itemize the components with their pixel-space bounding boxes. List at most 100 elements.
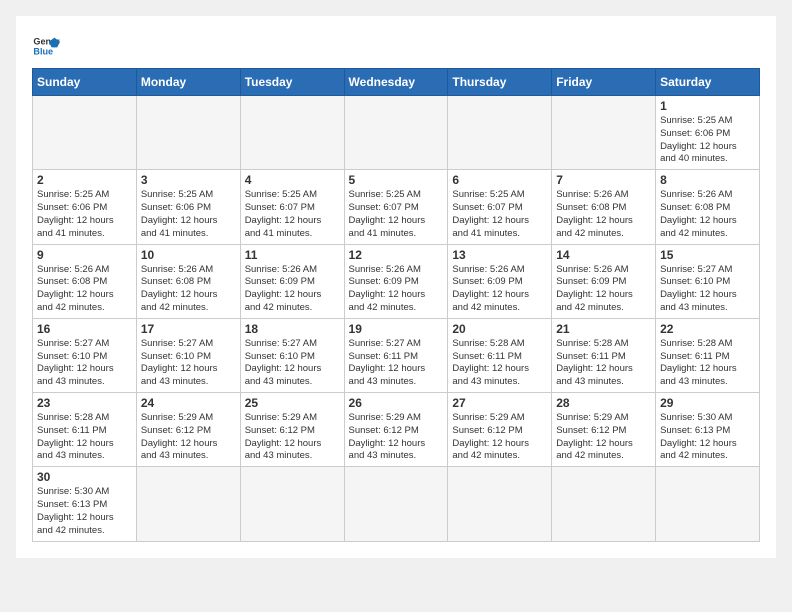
day-info: Sunrise: 5:29 AM Sunset: 6:12 PM Dayligh… — [245, 412, 340, 463]
day-number: 7 — [556, 173, 651, 187]
logo: General Blue — [32, 32, 60, 60]
day-info: Sunrise: 5:26 AM Sunset: 6:08 PM Dayligh… — [141, 264, 236, 315]
day-info: Sunrise: 5:28 AM Sunset: 6:11 PM Dayligh… — [660, 338, 755, 389]
day-number: 25 — [245, 396, 340, 410]
calendar-cell: 17 Sunrise: 5:27 AM Sunset: 6:10 PM Dayli… — [136, 318, 240, 392]
calendar-cell: 1Sunrise: 5:25 AM Sunset: 6:06 PM Daylig… — [656, 96, 760, 170]
calendar-cell: 30 Sunrise: 5:30 AM Sunset: 6:13 PM Dayli… — [33, 467, 137, 541]
calendar-cell: 21 Sunrise: 5:28 AM Sunset: 6:11 PM Dayli… — [552, 318, 656, 392]
calendar-cell — [344, 96, 448, 170]
calendar-cell: 6 Sunrise: 5:25 AM Sunset: 6:07 PM Daylig… — [448, 170, 552, 244]
day-info: Sunrise: 5:28 AM Sunset: 6:11 PM Dayligh… — [37, 412, 132, 463]
day-number: 23 — [37, 396, 132, 410]
calendar-cell: 28Sunrise: 5:29 AM Sunset: 6:12 PM Dayli… — [552, 393, 656, 467]
day-number: 2 — [37, 173, 132, 187]
calendar-cell: 14 Sunrise: 5:26 AM Sunset: 6:09 PM Dayli… — [552, 244, 656, 318]
day-info: Sunrise: 5:25 AM Sunset: 6:07 PM Dayligh… — [349, 189, 444, 240]
day-info: Sunrise: 5:26 AM Sunset: 6:09 PM Dayligh… — [452, 264, 547, 315]
calendar-cell: 9Sunrise: 5:26 AM Sunset: 6:08 PM Daylig… — [33, 244, 137, 318]
calendar-cell — [656, 467, 760, 541]
calendar-cell: 24Sunrise: 5:29 AM Sunset: 6:12 PM Dayli… — [136, 393, 240, 467]
calendar-week-row: 9Sunrise: 5:26 AM Sunset: 6:08 PM Daylig… — [33, 244, 760, 318]
day-number: 3 — [141, 173, 236, 187]
day-info: Sunrise: 5:26 AM Sunset: 6:09 PM Dayligh… — [349, 264, 444, 315]
day-number: 29 — [660, 396, 755, 410]
calendar-page: General Blue SundayMondayTuesdayWednesda… — [16, 16, 776, 558]
day-info: Sunrise: 5:29 AM Sunset: 6:12 PM Dayligh… — [556, 412, 651, 463]
day-info: Sunrise: 5:30 AM Sunset: 6:13 PM Dayligh… — [660, 412, 755, 463]
day-number: 14 — [556, 248, 651, 262]
calendar-cell: 13 Sunrise: 5:26 AM Sunset: 6:09 PM Dayli… — [448, 244, 552, 318]
day-info: Sunrise: 5:26 AM Sunset: 6:09 PM Dayligh… — [556, 264, 651, 315]
day-info: Sunrise: 5:30 AM Sunset: 6:13 PM Dayligh… — [37, 486, 132, 537]
logo-icon: General Blue — [32, 32, 60, 60]
day-number: 19 — [349, 322, 444, 336]
weekday-header: Tuesday — [240, 69, 344, 96]
day-info: Sunrise: 5:25 AM Sunset: 6:07 PM Dayligh… — [245, 189, 340, 240]
day-number: 18 — [245, 322, 340, 336]
day-info: Sunrise: 5:28 AM Sunset: 6:11 PM Dayligh… — [556, 338, 651, 389]
day-number: 4 — [245, 173, 340, 187]
day-number: 16 — [37, 322, 132, 336]
day-info: Sunrise: 5:27 AM Sunset: 6:10 PM Dayligh… — [37, 338, 132, 389]
day-info: Sunrise: 5:27 AM Sunset: 6:10 PM Dayligh… — [245, 338, 340, 389]
calendar-cell — [136, 467, 240, 541]
calendar-cell: 16 Sunrise: 5:27 AM Sunset: 6:10 PM Dayli… — [33, 318, 137, 392]
day-number: 17 — [141, 322, 236, 336]
calendar-cell: 29 Sunrise: 5:30 AM Sunset: 6:13 PM Dayli… — [656, 393, 760, 467]
calendar-cell: 19Sunrise: 5:27 AM Sunset: 6:11 PM Dayli… — [344, 318, 448, 392]
calendar-cell: 18 Sunrise: 5:27 AM Sunset: 6:10 PM Dayli… — [240, 318, 344, 392]
calendar-cell — [448, 96, 552, 170]
day-info: Sunrise: 5:25 AM Sunset: 6:07 PM Dayligh… — [452, 189, 547, 240]
weekday-header: Thursday — [448, 69, 552, 96]
day-info: Sunrise: 5:26 AM Sunset: 6:09 PM Dayligh… — [245, 264, 340, 315]
day-number: 21 — [556, 322, 651, 336]
calendar-cell: 7Sunrise: 5:26 AM Sunset: 6:08 PM Daylig… — [552, 170, 656, 244]
calendar-week-row: 2 Sunrise: 5:25 AM Sunset: 6:06 PM Daylig… — [33, 170, 760, 244]
calendar-week-row: 1Sunrise: 5:25 AM Sunset: 6:06 PM Daylig… — [33, 96, 760, 170]
calendar-cell: 12 Sunrise: 5:26 AM Sunset: 6:09 PM Dayli… — [344, 244, 448, 318]
calendar-cell: 2Sunrise: 5:25 AM Sunset: 6:06 PM Daylig… — [33, 170, 137, 244]
calendar-table: SundayMondayTuesdayWednesdayThursdayFrid… — [32, 68, 760, 542]
day-info: Sunrise: 5:29 AM Sunset: 6:12 PM Dayligh… — [349, 412, 444, 463]
calendar-cell: 3 Sunrise: 5:25 AM Sunset: 6:06 PM Daylig… — [136, 170, 240, 244]
calendar-cell: 26 Sunrise: 5:29 AM Sunset: 6:12 PM Dayli… — [344, 393, 448, 467]
day-info: Sunrise: 5:27 AM Sunset: 6:10 PM Dayligh… — [141, 338, 236, 389]
calendar-cell — [240, 96, 344, 170]
day-number: 12 — [349, 248, 444, 262]
day-info: Sunrise: 5:25 AM Sunset: 6:06 PM Dayligh… — [141, 189, 236, 240]
calendar-cell — [448, 467, 552, 541]
calendar-week-row: 30 Sunrise: 5:30 AM Sunset: 6:13 PM Dayli… — [33, 467, 760, 541]
weekday-header: Saturday — [656, 69, 760, 96]
calendar-cell: 5Sunrise: 5:25 AM Sunset: 6:07 PM Daylig… — [344, 170, 448, 244]
weekday-header: Friday — [552, 69, 656, 96]
calendar-cell — [33, 96, 137, 170]
day-number: 26 — [349, 396, 444, 410]
calendar-cell: 8Sunrise: 5:26 AM Sunset: 6:08 PM Daylig… — [656, 170, 760, 244]
calendar-cell — [240, 467, 344, 541]
calendar-week-row: 23 Sunrise: 5:28 AM Sunset: 6:11 PM Dayli… — [33, 393, 760, 467]
day-number: 22 — [660, 322, 755, 336]
day-number: 30 — [37, 470, 132, 484]
weekday-header: Monday — [136, 69, 240, 96]
calendar-cell: 22 Sunrise: 5:28 AM Sunset: 6:11 PM Dayli… — [656, 318, 760, 392]
day-number: 6 — [452, 173, 547, 187]
weekday-header: Wednesday — [344, 69, 448, 96]
day-number: 10 — [141, 248, 236, 262]
header: General Blue — [32, 32, 760, 60]
day-number: 20 — [452, 322, 547, 336]
calendar-cell — [552, 96, 656, 170]
svg-text:Blue: Blue — [33, 46, 53, 56]
day-number: 8 — [660, 173, 755, 187]
day-number: 1 — [660, 99, 755, 113]
weekday-header: Sunday — [33, 69, 137, 96]
calendar-cell: 15 Sunrise: 5:27 AM Sunset: 6:10 PM Dayli… — [656, 244, 760, 318]
day-number: 15 — [660, 248, 755, 262]
calendar-cell: 4 Sunrise: 5:25 AM Sunset: 6:07 PM Daylig… — [240, 170, 344, 244]
day-number: 13 — [452, 248, 547, 262]
calendar-cell: 23 Sunrise: 5:28 AM Sunset: 6:11 PM Dayli… — [33, 393, 137, 467]
calendar-cell: 20Sunrise: 5:28 AM Sunset: 6:11 PM Dayli… — [448, 318, 552, 392]
day-number: 27 — [452, 396, 547, 410]
day-info: Sunrise: 5:29 AM Sunset: 6:12 PM Dayligh… — [141, 412, 236, 463]
day-info: Sunrise: 5:27 AM Sunset: 6:10 PM Dayligh… — [660, 264, 755, 315]
